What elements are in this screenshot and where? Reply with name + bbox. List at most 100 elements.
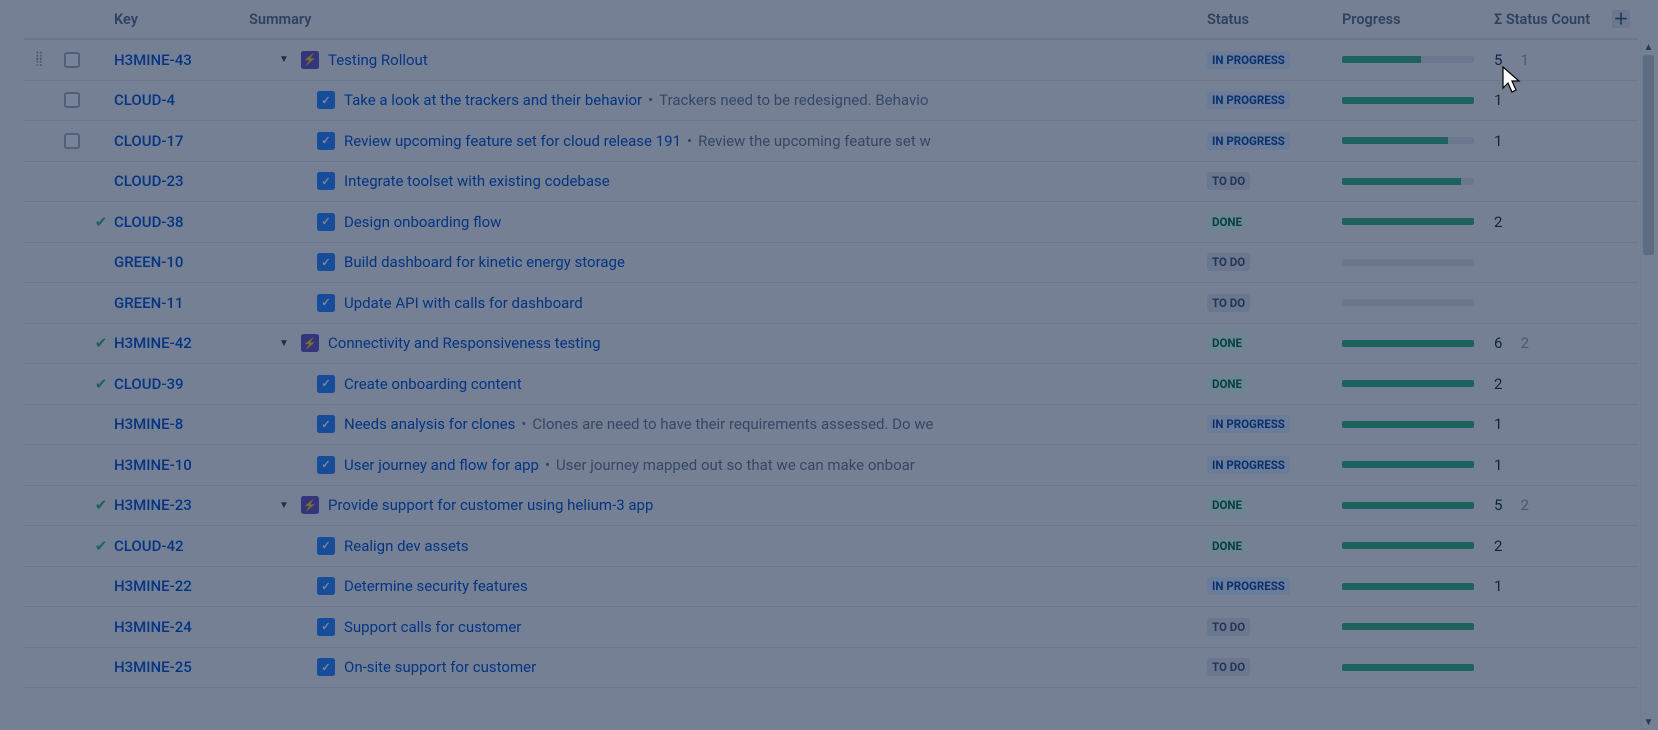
table-row[interactable]: ⠿⠿ H3MINE-43 ▼ Testing Rollout IN PROGRESS 51 xyxy=(24,40,1638,81)
column-header-status-count[interactable]: Σ Status Count xyxy=(1494,11,1604,28)
summary-link[interactable]: Connectivity and Responsiveness testing xyxy=(328,334,601,352)
scroll-up-arrow-icon[interactable]: ▲ xyxy=(1641,39,1656,55)
progress-bar[interactable] xyxy=(1342,137,1474,144)
issue-key-link[interactable]: GREEN-11 xyxy=(114,294,183,312)
status-lozenge[interactable]: TO DO xyxy=(1207,253,1250,271)
progress-bar[interactable] xyxy=(1342,461,1474,468)
table-row[interactable]: GREEN-11 Update API with calls for dashbo… xyxy=(24,283,1638,324)
summary-link[interactable]: On-site support for customer xyxy=(344,658,536,676)
progress-bar[interactable] xyxy=(1342,259,1474,266)
expand-toggle[interactable]: ▼ xyxy=(275,338,293,349)
progress-bar[interactable] xyxy=(1342,502,1474,509)
progress-bar[interactable] xyxy=(1342,664,1474,671)
column-header-status[interactable]: Status xyxy=(1207,11,1342,28)
table-row[interactable]: H3MINE-10User journey and flow for app•U… xyxy=(24,445,1638,486)
summary-link[interactable]: Integrate toolset with existing codebase xyxy=(344,172,610,190)
column-header-summary[interactable]: Summary xyxy=(249,11,1207,28)
scrollbar-thumb[interactable] xyxy=(1643,55,1654,255)
table-row[interactable]: CLOUD-17 Review upcoming feature set for … xyxy=(24,121,1638,162)
summary-link[interactable]: User journey and flow for app xyxy=(344,456,539,474)
status-count-primary: 5 xyxy=(1494,51,1502,69)
issue-key-link[interactable]: H3MINE-22 xyxy=(114,577,192,595)
summary-link[interactable]: Provide support for customer using heliu… xyxy=(328,496,653,514)
status-lozenge[interactable]: IN PROGRESS xyxy=(1207,415,1290,433)
expand-toggle[interactable]: ▼ xyxy=(275,54,293,65)
progress-bar[interactable] xyxy=(1342,340,1474,347)
drag-handle[interactable]: ⠿⠿ xyxy=(24,54,56,66)
issue-key-link[interactable]: H3MINE-24 xyxy=(114,618,192,636)
progress-bar[interactable] xyxy=(1342,380,1474,387)
status-count-cell: 62 xyxy=(1494,334,1604,352)
issue-key-link[interactable]: H3MINE-25 xyxy=(114,658,192,676)
summary-link[interactable]: Build dashboard for kinetic energy stora… xyxy=(344,253,625,271)
progress-bar[interactable] xyxy=(1342,421,1474,428)
table-row[interactable]: CLOUD-23 Integrate toolset with existing … xyxy=(24,162,1638,203)
summary-link[interactable]: Testing Rollout xyxy=(328,51,428,69)
progress-bar[interactable] xyxy=(1342,97,1474,104)
progress-bar[interactable] xyxy=(1342,56,1474,63)
status-lozenge[interactable]: TO DO xyxy=(1207,172,1250,190)
table-row[interactable]: ✔CLOUD-38Design onboarding flowDONE2 xyxy=(24,202,1638,243)
status-lozenge[interactable]: TO DO xyxy=(1207,294,1250,312)
status-lozenge[interactable]: IN PROGRESS xyxy=(1207,132,1290,150)
issue-key-link[interactable]: H3MINE-43 xyxy=(114,51,192,69)
summary-link[interactable]: Create onboarding content xyxy=(344,375,522,393)
summary-link[interactable]: Design onboarding flow xyxy=(344,213,501,231)
scroll-down-arrow-icon[interactable]: ▼ xyxy=(1641,714,1656,730)
issue-key-link[interactable]: CLOUD-17 xyxy=(114,132,184,150)
status-lozenge[interactable]: IN PROGRESS xyxy=(1207,91,1290,109)
table-row[interactable]: ✔H3MINE-23▼Provide support for customer … xyxy=(24,486,1638,527)
add-column-button[interactable]: ＋ xyxy=(1604,10,1638,28)
issue-key-link[interactable]: H3MINE-23 xyxy=(114,496,192,514)
status-lozenge[interactable]: DONE xyxy=(1207,213,1247,231)
status-lozenge[interactable]: IN PROGRESS xyxy=(1207,456,1290,474)
progress-bar[interactable] xyxy=(1342,218,1474,225)
table-row[interactable]: GREEN-10 Build dashboard for kinetic ener… xyxy=(24,243,1638,284)
status-lozenge[interactable]: DONE xyxy=(1207,375,1247,393)
issue-key-link[interactable]: CLOUD-42 xyxy=(114,537,184,555)
select-row-checkbox[interactable] xyxy=(64,92,80,108)
status-count-secondary: 1 xyxy=(1520,51,1528,69)
status-lozenge[interactable]: IN PROGRESS xyxy=(1207,577,1290,595)
table-row[interactable]: H3MINE-8Needs analysis for clones•Clones… xyxy=(24,405,1638,446)
status-lozenge[interactable]: DONE xyxy=(1207,496,1247,514)
select-row-checkbox[interactable] xyxy=(64,133,80,149)
status-lozenge[interactable]: DONE xyxy=(1207,334,1247,352)
issue-key-link[interactable]: CLOUD-4 xyxy=(114,91,175,109)
table-row[interactable]: ✔H3MINE-42▼Connectivity and Responsivene… xyxy=(24,324,1638,365)
summary-link[interactable]: Support calls for customer xyxy=(344,618,521,636)
table-row[interactable]: H3MINE-24 Support calls for customer TO DO xyxy=(24,607,1638,648)
table-row[interactable]: H3MINE-22 Determine security features IN P… xyxy=(24,567,1638,608)
select-row-checkbox[interactable] xyxy=(64,52,80,68)
column-header-key[interactable]: Key xyxy=(114,11,249,28)
progress-bar[interactable] xyxy=(1342,542,1474,549)
expand-toggle[interactable]: ▼ xyxy=(275,500,293,511)
summary-link[interactable]: Needs analysis for clones xyxy=(344,415,515,433)
table-row[interactable]: H3MINE-25 On-site support for customer TO … xyxy=(24,648,1638,689)
status-lozenge[interactable]: DONE xyxy=(1207,537,1247,555)
summary-link[interactable]: Determine security features xyxy=(344,577,528,595)
status-lozenge[interactable]: TO DO xyxy=(1207,658,1250,676)
summary-link[interactable]: Realign dev assets xyxy=(344,537,469,555)
issue-key-link[interactable]: H3MINE-8 xyxy=(114,415,183,433)
column-header-progress[interactable]: Progress xyxy=(1342,11,1494,28)
issue-key-link[interactable]: H3MINE-42 xyxy=(114,334,192,352)
summary-link[interactable]: Take a look at the trackers and their be… xyxy=(344,91,642,109)
issue-key-link[interactable]: CLOUD-38 xyxy=(114,213,184,231)
table-row[interactable]: CLOUD-4 Take a look at the trackers and t… xyxy=(24,81,1638,122)
status-lozenge[interactable]: IN PROGRESS xyxy=(1207,51,1290,69)
table-row[interactable]: ✔CLOUD-39Create onboarding contentDONE2 xyxy=(24,364,1638,405)
summary-link[interactable]: Update API with calls for dashboard xyxy=(344,294,583,312)
issue-key-link[interactable]: GREEN-10 xyxy=(114,253,183,271)
issue-key-link[interactable]: CLOUD-23 xyxy=(114,172,184,190)
issue-key-link[interactable]: CLOUD-39 xyxy=(114,375,184,393)
progress-bar[interactable] xyxy=(1342,178,1474,185)
table-row[interactable]: ✔CLOUD-42Realign dev assetsDONE2 xyxy=(24,526,1638,567)
issue-key-link[interactable]: H3MINE-10 xyxy=(114,456,192,474)
progress-bar[interactable] xyxy=(1342,583,1474,590)
vertical-scrollbar[interactable]: ▲ ▼ xyxy=(1640,39,1656,730)
progress-bar[interactable] xyxy=(1342,299,1474,306)
summary-link[interactable]: Review upcoming feature set for cloud re… xyxy=(344,132,681,150)
status-lozenge[interactable]: TO DO xyxy=(1207,618,1250,636)
progress-bar[interactable] xyxy=(1342,623,1474,630)
